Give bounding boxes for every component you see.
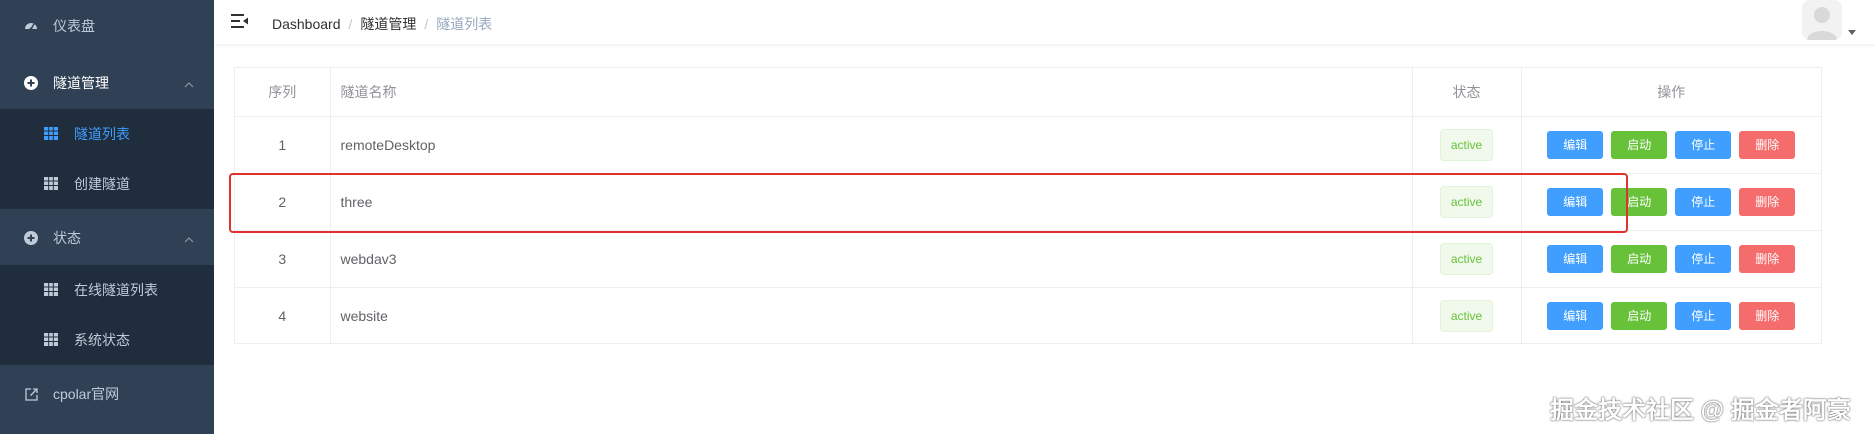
status-badge: active: [1439, 242, 1494, 275]
sidebar-item-system-status[interactable]: 系统状态: [0, 315, 214, 365]
tunnel-name: remoteDesktop: [330, 116, 1413, 174]
column-header-index: 序列: [235, 68, 331, 117]
sidebar-item-label: 仪表盘: [53, 18, 95, 34]
circle-plus-icon: [24, 76, 38, 90]
table-row: 3 webdav3 active 编辑 启动 停止 删除: [235, 230, 1821, 288]
edit-button[interactable]: 编辑: [1547, 130, 1604, 159]
stop-button[interactable]: 停止: [1675, 244, 1732, 273]
start-button[interactable]: 启动: [1611, 130, 1668, 159]
table-row: 1 remoteDesktop active 编辑 启动 停止 删除: [235, 116, 1821, 174]
row-index: 2: [235, 173, 331, 231]
status-badge: active: [1439, 128, 1494, 161]
sidebar-item-label: 系统状态: [74, 332, 130, 348]
delete-button[interactable]: 删除: [1739, 130, 1796, 159]
column-header-status: 状态: [1412, 68, 1522, 117]
sidebar-item-create-tunnel[interactable]: 创建隧道: [0, 159, 214, 209]
delete-button[interactable]: 删除: [1739, 187, 1796, 216]
sidebar-item-cpolar-website[interactable]: cpolar官网: [0, 368, 214, 420]
table-icon: [44, 177, 58, 191]
sidebar-item-tunnel-list[interactable]: 隧道列表: [0, 109, 214, 159]
breadcrumb-separator: /: [424, 16, 429, 32]
hamburger-icon[interactable]: [231, 13, 249, 29]
app-root: 仪表盘 隧道管理 隧道列表 创建隧道 状态 在线隧道列表 系统状态 cpolar…: [0, 0, 1875, 434]
delete-button[interactable]: 删除: [1739, 244, 1796, 273]
sidebar-item-label: 在线隧道列表: [74, 282, 158, 298]
caret-down-icon[interactable]: [1848, 30, 1856, 35]
tunnel-name: website: [330, 287, 1413, 344]
stop-button[interactable]: 停止: [1675, 130, 1732, 159]
top-navbar: Dashboard / 隧道管理 / 隧道列表: [214, 0, 1875, 44]
user-avatar-icon: [1802, 0, 1842, 40]
chevron-up-icon: [184, 75, 194, 91]
table-icon: [44, 333, 58, 347]
breadcrumb-item-tunnel-management[interactable]: 隧道管理: [360, 16, 416, 32]
column-header-name: 隧道名称: [330, 68, 1413, 117]
avatar[interactable]: [1802, 0, 1842, 40]
edit-button[interactable]: 编辑: [1547, 244, 1604, 273]
breadcrumb-item-dashboard[interactable]: Dashboard: [272, 16, 341, 32]
submenu-tunnel-management: 隧道列表 创建隧道: [0, 109, 214, 209]
watermark-text: 掘金技术社区 @ 掘金者阿豪: [1550, 397, 1851, 424]
start-button[interactable]: 启动: [1611, 187, 1668, 216]
breadcrumb: Dashboard / 隧道管理 / 隧道列表: [272, 14, 492, 34]
sidebar-group-label: 状态: [53, 230, 81, 246]
table-header-row: 序列 隧道名称 状态 操作: [235, 68, 1821, 117]
table-icon: [44, 127, 58, 141]
sidebar-item-label: 创建隧道: [74, 176, 130, 192]
sidebar-group-label: 隧道管理: [53, 75, 109, 91]
edit-button[interactable]: 编辑: [1547, 187, 1604, 216]
table-row: 2 three active 编辑 启动 停止 删除: [235, 173, 1821, 231]
row-index: 3: [235, 230, 331, 288]
breadcrumb-item-current: 隧道列表: [436, 16, 493, 32]
submenu-status: 在线隧道列表 系统状态: [0, 265, 214, 365]
tunnel-name: webdav3: [330, 230, 1413, 288]
breadcrumb-separator: /: [348, 16, 353, 32]
sidebar-item-online-tunnels[interactable]: 在线隧道列表: [0, 265, 214, 315]
stop-button[interactable]: 停止: [1675, 187, 1732, 216]
start-button[interactable]: 启动: [1611, 244, 1668, 273]
tunnel-name: three: [330, 173, 1413, 231]
start-button[interactable]: 启动: [1611, 301, 1668, 330]
stop-button[interactable]: 停止: [1675, 301, 1732, 330]
sidebar-item-label: 隧道列表: [74, 126, 130, 142]
status-badge: active: [1439, 185, 1494, 218]
sidebar-item-label: cpolar官网: [53, 386, 120, 402]
column-header-actions: 操作: [1521, 68, 1821, 117]
edit-button[interactable]: 编辑: [1547, 301, 1604, 330]
delete-button[interactable]: 删除: [1739, 301, 1796, 330]
sidebar: 仪表盘 隧道管理 隧道列表 创建隧道 状态 在线隧道列表 系统状态 cpolar…: [0, 0, 214, 434]
sidebar-group-status[interactable]: 状态: [0, 212, 214, 264]
sidebar-item-dashboard[interactable]: 仪表盘: [0, 0, 214, 52]
sidebar-group-tunnel-management[interactable]: 隧道管理: [0, 57, 214, 109]
status-badge: active: [1439, 299, 1494, 332]
row-index: 1: [235, 116, 331, 174]
table-row: 4 website active 编辑 启动 停止 删除: [235, 287, 1821, 344]
circle-plus-icon: [24, 231, 38, 245]
external-link-icon: [24, 387, 38, 401]
table-icon: [44, 283, 58, 297]
tunnel-table: 序列 隧道名称 状态 操作 1 remoteDesktop active 编辑启…: [234, 67, 1822, 344]
chevron-up-icon: [184, 230, 194, 246]
row-index: 4: [235, 287, 331, 344]
dashboard-icon: [24, 19, 38, 33]
